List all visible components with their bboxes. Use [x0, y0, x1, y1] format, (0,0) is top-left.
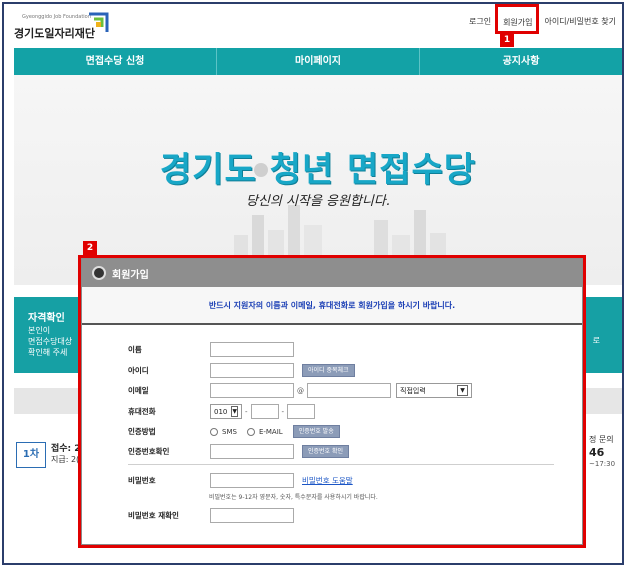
round-badge: 1차 [16, 442, 46, 468]
find-account-link[interactable]: 아이디/비밀번호 찾기 [545, 16, 616, 29]
nav-item-notice[interactable]: 공지사항 [420, 48, 622, 75]
annotation-badge-2: 2 [83, 241, 97, 255]
eligibility-text: 확인해 주세 [28, 348, 68, 357]
eligibility-right-text: 로 [592, 336, 600, 345]
logo-subtitle: Gyeonggido Job Foundation [22, 14, 91, 20]
logo-title: 경기도일자리재단 [14, 27, 95, 40]
contact-number: 46 [589, 446, 605, 459]
hero-banner: 경기도 청년 면접수당 당신의 시작을 응원합니다. [14, 75, 622, 285]
nav-item-mypage[interactable]: 마이페이지 [217, 48, 420, 75]
nav-item-apply[interactable]: 면접수당 신청 [14, 48, 217, 75]
login-link[interactable]: 로그인 [469, 16, 491, 29]
eligibility-title: 자격확인 [28, 313, 65, 324]
logo-mark-icon [89, 12, 109, 32]
site-logo[interactable]: Gyeonggido Job Foundation 경기도일자리재단 [14, 12, 114, 44]
contact-label: 정 문의 [589, 435, 614, 444]
highlight-box-signup [495, 4, 539, 34]
round-pay-date: 지급: 2( [51, 455, 80, 464]
banner-title: 경기도 청년 면접수당 [159, 150, 477, 190]
eligibility-text: 본인이 [28, 326, 51, 335]
top-links: 로그인 회원가입 아이디/비밀번호 찾기 [469, 16, 616, 29]
main-nav: 면접수당 신청 마이페이지 공지사항 [14, 48, 622, 75]
annotation-badge-1: 1 [500, 33, 514, 47]
contact-hours: ~17:30 [589, 460, 616, 468]
highlight-box-modal [78, 255, 586, 548]
banner-subtitle: 당신의 시작을 응원합니다. [246, 194, 390, 209]
eligibility-text: 면접수당대상 [28, 337, 73, 346]
